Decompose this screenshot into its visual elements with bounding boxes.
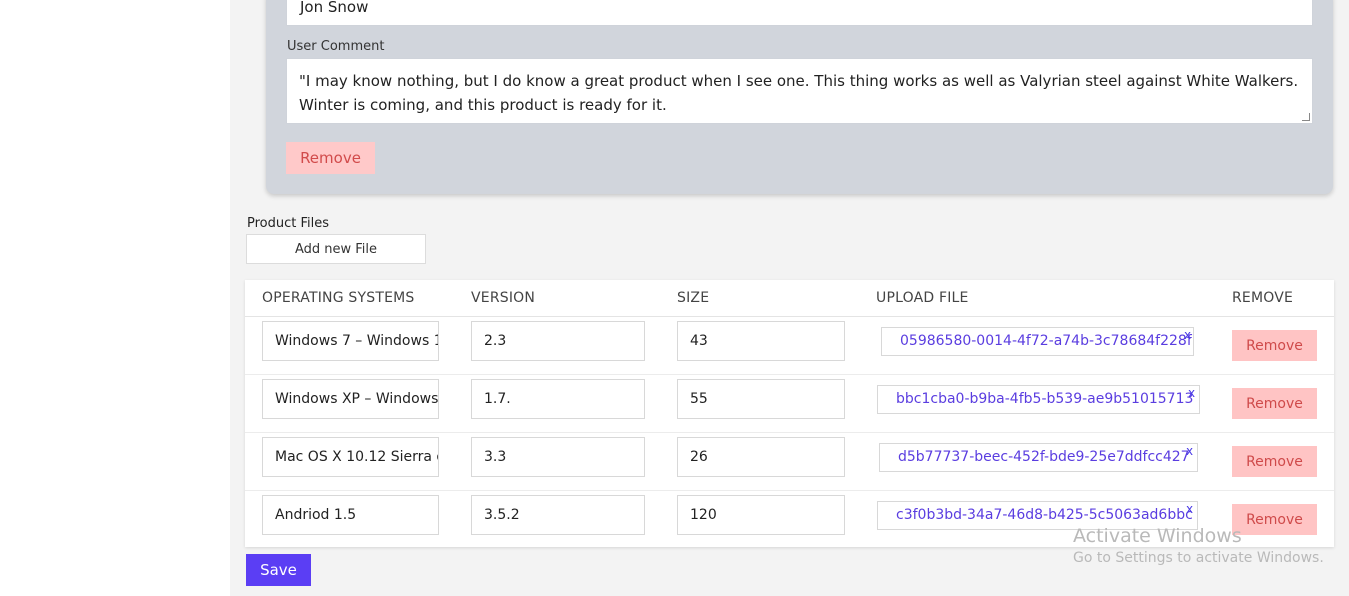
uploaded-file-chip[interactable]: 05986580-0014-4f72-a74b-3c78684f228f [881, 327, 1194, 356]
size-input[interactable]: 26 [677, 437, 845, 477]
version-input[interactable]: 2.3 [471, 321, 645, 361]
remove-comment-button[interactable]: Remove [286, 142, 375, 174]
column-header-upload: UPLOAD FILE [876, 290, 969, 306]
activate-windows-subtitle: Go to Settings to activate Windows. [1073, 550, 1324, 566]
version-input[interactable]: 3.3 [471, 437, 645, 477]
add-new-file-button[interactable]: Add new File [246, 234, 426, 264]
version-input[interactable]: 3.5.2 [471, 495, 645, 535]
close-icon[interactable]: x [1184, 329, 1191, 341]
column-header-size: SIZE [677, 290, 710, 306]
user-comment-text: "I may know nothing, but I do know a gre… [299, 72, 1299, 114]
user-comment-label: User Comment [287, 39, 385, 54]
close-icon[interactable]: x [1188, 387, 1195, 399]
product-files-label: Product Files [247, 216, 330, 231]
remove-file-button[interactable]: Remove [1232, 330, 1317, 361]
os-input[interactable]: Mac OS X 10.12 Sierra or later [262, 437, 439, 477]
resize-handle-icon[interactable] [1302, 113, 1310, 121]
close-icon[interactable]: x [1186, 503, 1193, 515]
close-icon[interactable]: x [1186, 445, 1193, 457]
product-files-table: OPERATING SYSTEMS VERSION SIZE UPLOAD FI… [245, 280, 1334, 547]
os-input[interactable]: Windows 7 – Windows 10 [262, 321, 439, 361]
remove-file-button[interactable]: Remove [1232, 388, 1317, 419]
activate-windows-title: Activate Windows [1073, 525, 1242, 547]
table-row: Windows 7 – Windows 10 2.3 43 05986580-0… [245, 317, 1334, 375]
table-row: Mac OS X 10.12 Sierra or later 3.3 26 d5… [245, 433, 1334, 491]
column-header-remove: REMOVE [1232, 290, 1294, 306]
uploaded-file-chip[interactable]: d5b77737-beec-452f-bde9-25e7ddfcc427 [879, 443, 1198, 472]
remove-file-button[interactable]: Remove [1232, 504, 1317, 535]
version-input[interactable]: 1.7. [471, 379, 645, 419]
table-row: Windows XP – Windows 7 1.7. 55 bbc1cba0-… [245, 375, 1334, 433]
save-button[interactable]: Save [246, 554, 311, 586]
column-header-version: VERSION [471, 290, 536, 306]
user-comment-textarea[interactable]: "I may know nothing, but I do know a gre… [286, 58, 1313, 124]
size-input[interactable]: 43 [677, 321, 845, 361]
size-input[interactable]: 55 [677, 379, 845, 419]
os-input[interactable]: Windows XP – Windows 7 [262, 379, 439, 419]
size-input[interactable]: 120 [677, 495, 845, 535]
column-header-os: OPERATING SYSTEMS [262, 290, 415, 306]
remove-file-button[interactable]: Remove [1232, 446, 1317, 477]
user-name-field[interactable]: Jon Snow [286, 0, 1313, 26]
os-input[interactable]: Andriod 1.5 [262, 495, 439, 535]
uploaded-file-chip[interactable]: bbc1cba0-b9ba-4fb5-b539-ae9b51015713 [877, 385, 1200, 414]
